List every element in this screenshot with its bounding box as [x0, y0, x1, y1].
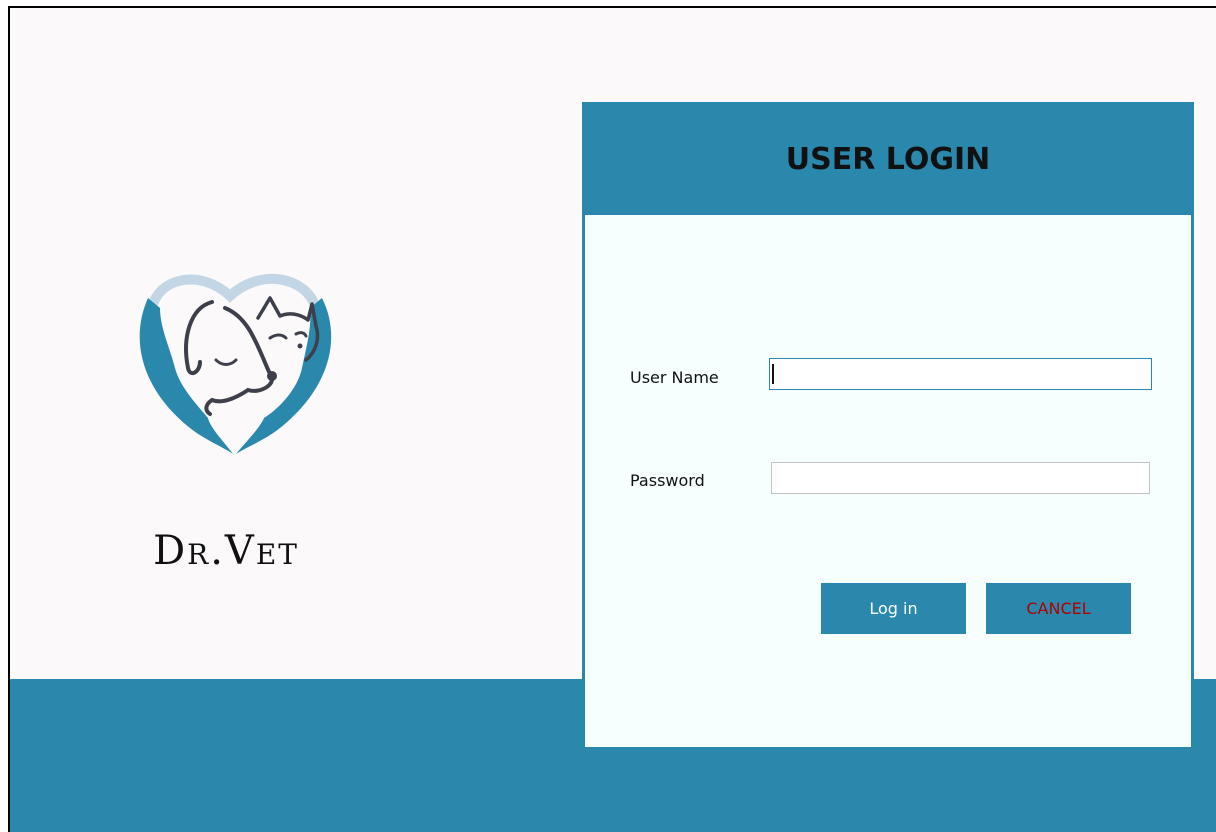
- cancel-button[interactable]: CANCEL: [986, 583, 1131, 634]
- login-header: USER LOGIN: [582, 102, 1194, 215]
- login-card: USER LOGIN User Name Password Log in CAN…: [582, 102, 1194, 750]
- app-window: Dr.Vet USER LOGIN User Name Password Log…: [8, 6, 1216, 832]
- login-title: USER LOGIN: [785, 142, 991, 177]
- username-input[interactable]: [769, 358, 1152, 390]
- brand-name: Dr.Vet: [153, 528, 299, 574]
- password-input[interactable]: [771, 462, 1150, 494]
- login-button[interactable]: Log in: [821, 583, 966, 634]
- password-label: Password: [630, 471, 705, 490]
- heart-hands-dog-cat-icon: [139, 273, 332, 454]
- logo-panel: [20, 213, 438, 521]
- text-caret: [772, 364, 774, 384]
- username-label: User Name: [630, 368, 719, 387]
